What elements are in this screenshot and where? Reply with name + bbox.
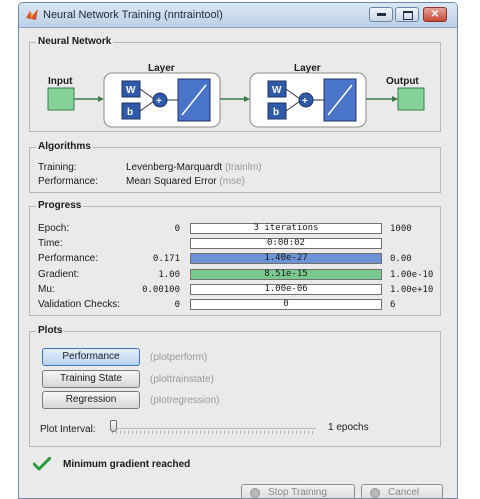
maximize-button[interactable] bbox=[395, 7, 419, 22]
plot-regression-button[interactable]: Regression bbox=[42, 391, 140, 409]
input-label: Input bbox=[48, 76, 73, 87]
training-value: Levenberg-Marquardt (trainlm) bbox=[126, 162, 262, 173]
stop-training-button[interactable]: Stop Training bbox=[241, 484, 355, 498]
stop-training-label: Stop Training bbox=[268, 487, 327, 498]
validation-current: 0 bbox=[283, 299, 289, 309]
mu-start: 0.00100 bbox=[142, 285, 180, 295]
epoch-bar: 3 iterations bbox=[190, 223, 382, 234]
slider-ticks bbox=[112, 431, 316, 434]
plot-regression-func: (plotregression) bbox=[150, 395, 220, 406]
weight-2-label: W bbox=[272, 85, 282, 96]
stop-icon bbox=[250, 488, 260, 498]
minimize-icon bbox=[377, 13, 386, 16]
output-label: Output bbox=[386, 76, 419, 87]
output-node bbox=[397, 87, 425, 111]
plot-training-state-func: (plottrainstate) bbox=[150, 374, 214, 385]
training-func: (trainlm) bbox=[224, 162, 262, 173]
plot-performance-func: (plotperform) bbox=[150, 352, 208, 363]
layer-1-title: Layer bbox=[148, 63, 175, 74]
performance-end: 0.00 bbox=[390, 254, 412, 264]
title-bar: Neural Network Training (nntraintool) ✕ bbox=[19, 3, 457, 28]
validation-start: 0 bbox=[174, 300, 180, 310]
weight-1-label: W bbox=[126, 85, 136, 96]
mu-end: 1.00e+10 bbox=[390, 285, 434, 295]
epoch-end: 1000 bbox=[390, 224, 412, 234]
plot-training-state-button[interactable]: Training State bbox=[42, 370, 140, 388]
epoch-current: 3 iterations bbox=[253, 223, 319, 233]
plot-interval-slider[interactable] bbox=[108, 420, 316, 438]
plot-interval-value: 1 epochs bbox=[328, 422, 369, 433]
time-current: 0:00:02 bbox=[267, 238, 305, 248]
performance-value: Mean Squared Error (mse) bbox=[126, 176, 245, 187]
epoch-start: 0 bbox=[174, 224, 180, 234]
performance-label: Performance: bbox=[38, 176, 99, 187]
slider-track bbox=[112, 428, 316, 429]
gradient-bar: 8.51e-15 bbox=[190, 269, 382, 280]
performance-start: 0.171 bbox=[152, 254, 180, 264]
cancel-button[interactable]: Cancel bbox=[361, 484, 443, 498]
mu-label: Mu: bbox=[38, 284, 55, 295]
checkmark-icon bbox=[33, 457, 51, 471]
slider-thumb[interactable] bbox=[110, 420, 117, 432]
progress-title: Progress bbox=[36, 200, 84, 211]
validation-checks-label: Validation Checks: bbox=[38, 299, 121, 310]
nntraintool-window: Neural Network Training (nntraintool) ✕ … bbox=[18, 2, 458, 499]
neural-network-section: Neural Network Input Layer W b + Layer W… bbox=[29, 36, 441, 132]
sum-2-label: + bbox=[302, 96, 308, 107]
network-diagram: Input Layer W b + Layer W b + Output bbox=[47, 63, 425, 128]
layer-2-title: Layer bbox=[294, 63, 321, 74]
window-title: Neural Network Training (nntraintool) bbox=[43, 9, 223, 21]
performance-progress-label: Performance: bbox=[38, 253, 99, 264]
validation-end: 6 bbox=[390, 300, 396, 310]
input-node bbox=[47, 87, 75, 111]
epoch-label: Epoch: bbox=[38, 223, 70, 234]
gradient-end: 1.00e-10 bbox=[390, 270, 434, 280]
bias-1-label: b bbox=[127, 107, 133, 118]
bias-2-label: b bbox=[273, 107, 279, 118]
sum-1-label: + bbox=[156, 96, 162, 107]
progress-section: Progress Epoch: 0 3 iterations 1000 Time… bbox=[29, 200, 441, 316]
gradient-label: Gradient: bbox=[38, 269, 80, 280]
maximize-icon bbox=[403, 11, 413, 20]
validation-bar: 0 bbox=[190, 299, 382, 310]
performance-current: 1.40e-27 bbox=[264, 253, 308, 263]
cancel-icon bbox=[370, 488, 380, 498]
performance-bar: 1.40e-27 bbox=[190, 253, 382, 264]
mu-current: 1.00e-06 bbox=[264, 284, 308, 294]
close-button[interactable]: ✕ bbox=[423, 7, 447, 22]
time-label: Time: bbox=[38, 238, 63, 249]
mu-bar: 1.00e-06 bbox=[190, 284, 382, 295]
algorithms-title: Algorithms bbox=[36, 141, 93, 152]
time-bar: 0:00:02 bbox=[190, 238, 382, 249]
plots-section: Plots Performance (plotperform) Training… bbox=[29, 325, 441, 447]
training-label: Training: bbox=[38, 162, 77, 173]
plot-interval-label: Plot Interval: bbox=[40, 424, 96, 435]
matlab-icon bbox=[26, 9, 38, 20]
performance-func: (mse) bbox=[219, 176, 245, 187]
cancel-label: Cancel bbox=[388, 487, 420, 498]
status-message: Minimum gradient reached bbox=[63, 459, 191, 470]
close-icon: ✕ bbox=[430, 9, 440, 20]
minimize-button[interactable] bbox=[369, 7, 393, 22]
plot-performance-button[interactable]: Performance bbox=[42, 348, 140, 366]
gradient-current: 8.51e-15 bbox=[264, 269, 308, 279]
plots-title: Plots bbox=[36, 325, 65, 336]
gradient-start: 1.00 bbox=[158, 270, 180, 280]
algorithms-section: Algorithms Training: Levenberg-Marquardt… bbox=[29, 141, 441, 193]
